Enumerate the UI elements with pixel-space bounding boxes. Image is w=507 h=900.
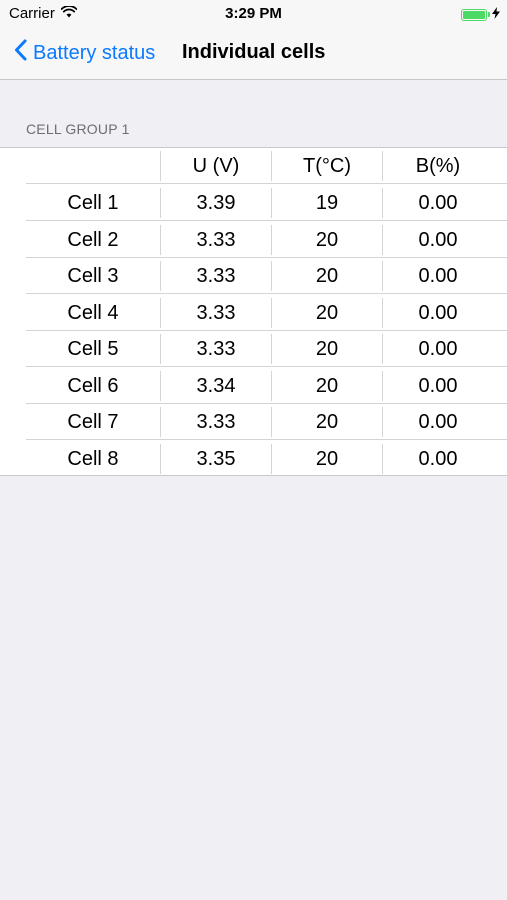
cell-temperature: 20 (315, 228, 339, 251)
cell-balance: 0.00 (418, 447, 458, 470)
chevron-left-icon (14, 39, 27, 67)
cell-name: Cell 2 (67, 228, 119, 251)
cell-balance: 0.00 (418, 338, 458, 360)
cell-name: Cell 3 (67, 265, 119, 287)
status-time: 3:29 PM (225, 5, 282, 22)
cell-balance: 0.00 (418, 265, 458, 287)
cell-voltage: 3.33 (196, 301, 236, 324)
table-row[interactable]: Cell 7 3.33 20 0.00 (0, 404, 507, 440)
cell-voltage: 3.33 (196, 411, 236, 433)
table-row[interactable]: Cell 2 3.33 20 0.00 (0, 222, 507, 258)
table-row[interactable]: Cell 1 3.39 19 0.00 (0, 185, 507, 221)
cell-name: Cell 6 (67, 374, 119, 397)
cell-voltage: 3.33 (196, 265, 236, 287)
cell-temperature: 20 (315, 447, 339, 470)
cell-temperature: 19 (315, 192, 339, 214)
navigation-bar: Battery status Individual cells (0, 28, 507, 80)
column-header: T(°C) (303, 155, 351, 177)
cell-balance: 0.00 (418, 192, 458, 214)
cell-voltage: 3.34 (196, 374, 236, 397)
table-row[interactable]: Cell 4 3.33 20 0.00 (0, 295, 507, 331)
charging-bolt-icon (492, 7, 500, 22)
cell-voltage: 3.33 (196, 228, 236, 251)
page-title: Individual cells (182, 41, 326, 63)
battery-tip (488, 12, 490, 17)
cell-temperature: 20 (315, 374, 339, 397)
cells-table: U (V) T(°C) B(%) Cell 1 3.39 19 0.00 Cel… (0, 147, 507, 476)
back-button-label: Battery status (33, 41, 156, 64)
column-header: U (V) (192, 155, 240, 177)
cell-balance: 0.00 (418, 228, 458, 251)
table-row[interactable]: Cell 8 3.35 20 0.00 (0, 441, 507, 477)
cell-temperature: 20 (315, 411, 339, 433)
column-header: B(%) (415, 155, 461, 177)
battery-indicator (461, 7, 500, 22)
status-bar: Carrier 3:29 PM (0, 0, 507, 28)
section-header: CELL GROUP 1 (26, 121, 130, 137)
cell-temperature: 20 (315, 301, 339, 324)
table-row[interactable]: Cell 3 3.33 20 0.00 (0, 258, 507, 294)
cell-voltage: 3.33 (196, 338, 236, 360)
cell-balance: 0.00 (418, 411, 458, 433)
cell-name: Cell 5 (67, 338, 119, 360)
table-header-row: U (V) T(°C) B(%) (0, 148, 507, 184)
cell-balance: 0.00 (418, 374, 458, 397)
row-separator (26, 183, 507, 184)
column-header (26, 148, 160, 184)
cell-voltage: 3.35 (196, 447, 236, 470)
battery-icon (461, 8, 487, 21)
cell-name: Cell 1 (67, 192, 119, 214)
cell-name: Cell 8 (67, 447, 119, 470)
cell-temperature: 20 (315, 338, 339, 360)
cell-name: Cell 7 (67, 411, 119, 433)
back-button[interactable]: Battery status (14, 39, 155, 67)
table-row[interactable]: Cell 5 3.33 20 0.00 (0, 331, 507, 367)
cell-voltage: 3.39 (196, 192, 236, 214)
cell-balance: 0.00 (418, 301, 458, 324)
battery-level-fill (463, 10, 485, 19)
cell-temperature: 20 (315, 265, 339, 287)
cell-name: Cell 4 (67, 301, 119, 324)
table-row[interactable]: Cell 6 3.34 20 0.00 (0, 368, 507, 404)
